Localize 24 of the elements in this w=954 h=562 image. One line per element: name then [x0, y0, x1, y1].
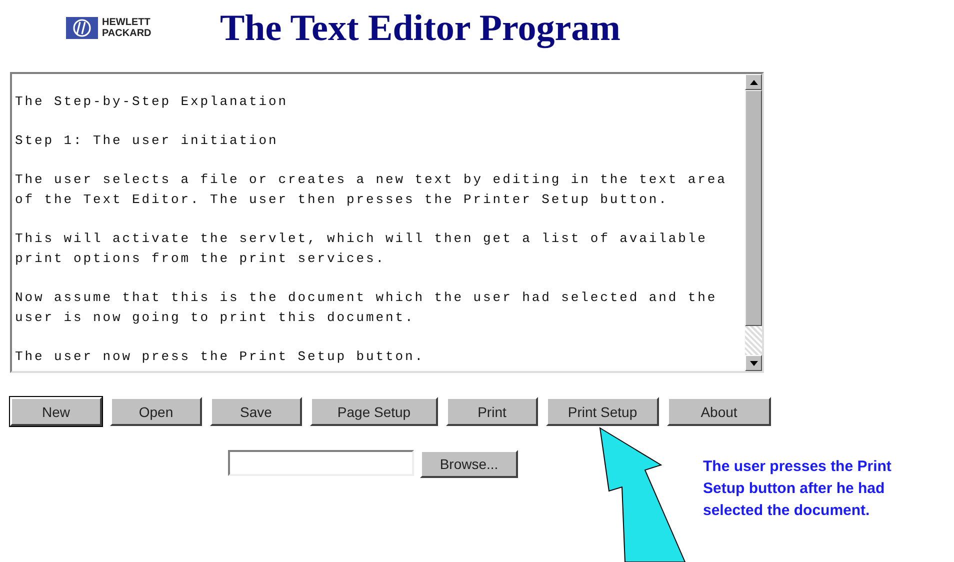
text-paragraph: The user now press the Print Setup button. — [15, 348, 425, 366]
text-paragraph: This will activate the servlet, which will then get a list of available print options from the print services. — [15, 230, 708, 268]
scroll-up-icon[interactable] — [745, 74, 762, 90]
text-paragraph: The Step-by-Step Explanation — [15, 93, 288, 111]
file-path-field[interactable] — [228, 450, 414, 476]
callout-text: The user presses the Print Setup button after he had selected the document. — [703, 457, 892, 521]
scrollbar[interactable] — [745, 74, 762, 371]
browse-button[interactable]: Browse... — [420, 450, 518, 478]
hp-logo-icon — [66, 17, 98, 39]
text-area[interactable] — [10, 72, 764, 373]
toolbar-button[interactable]: Print Setup — [546, 397, 659, 426]
page-title: The Text Editor Program — [220, 6, 620, 50]
scroll-down-icon[interactable] — [745, 355, 762, 371]
toolbar-button[interactable]: About — [667, 397, 771, 426]
toolbar-button[interactable]: Page Setup — [310, 397, 438, 426]
logo-wordmark: HEWLETT PACKARD — [102, 17, 152, 39]
text-paragraph: The user selects a file or creates a new text by editing in the text area of the Text Editor. The user then presses the Printer Setup button. — [15, 171, 727, 209]
scroll-thumb[interactable] — [745, 90, 762, 326]
toolbar-button[interactable]: Print — [446, 397, 538, 426]
toolbar-button[interactable]: Open — [110, 397, 202, 426]
toolbar-button[interactable]: Save — [210, 397, 302, 426]
toolbar-button[interactable]: New — [10, 397, 102, 426]
text-paragraph: Step 1: The user initiation — [15, 132, 278, 150]
text-paragraph: Now assume that this is the document which the user had selected and the user is now going to print this document. — [15, 289, 718, 327]
